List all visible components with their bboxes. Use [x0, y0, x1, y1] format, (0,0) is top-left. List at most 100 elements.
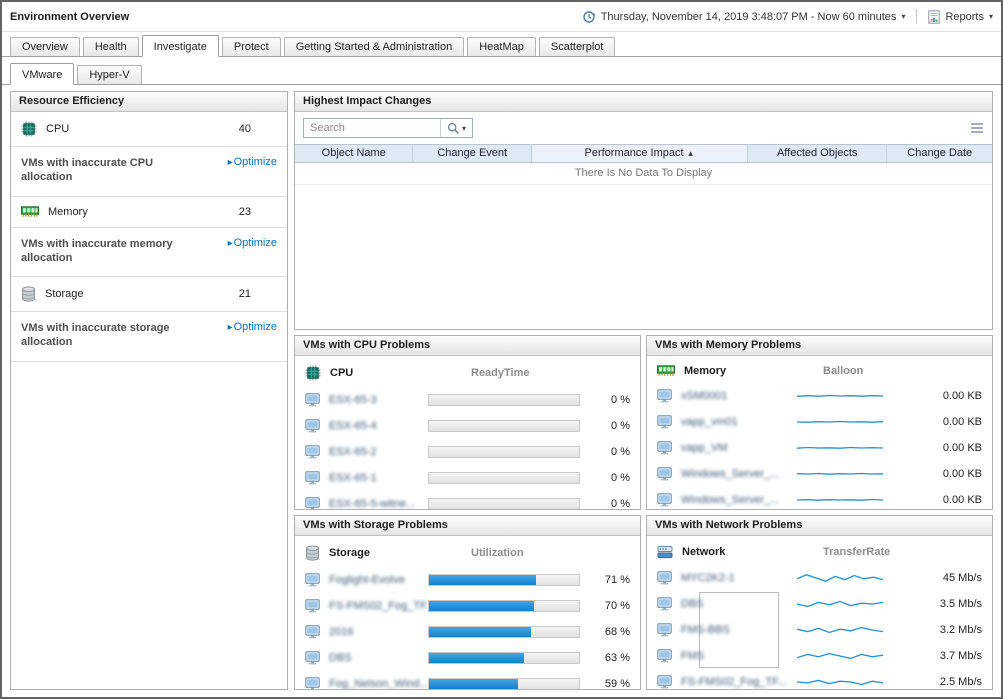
tab-heatmap[interactable]: HeatMap: [467, 37, 536, 56]
search-input[interactable]: [304, 119, 440, 137]
vm-name[interactable]: MYC2K2-1: [681, 572, 797, 584]
reports-menu[interactable]: Reports ▾: [928, 10, 993, 24]
vm-name[interactable]: Windows_Server_...: [681, 494, 797, 506]
vm-monitor-icon: [657, 649, 673, 663]
column-header-change-event[interactable]: Change Event: [413, 145, 531, 162]
vm-monitor-icon: [305, 625, 321, 639]
list-item[interactable]: MYC2K2-1 45 Mb/s: [647, 565, 992, 591]
metric-label: Memory: [684, 365, 726, 377]
vm-name[interactable]: ESX-65-5-witne...: [329, 498, 428, 509]
metric-value: 0.00 KB: [932, 494, 982, 506]
list-item[interactable]: FMS-BBS 3.2 Mb/s: [647, 617, 992, 643]
vm-name[interactable]: ESX-65-4: [329, 420, 428, 432]
tab-health[interactable]: Health: [83, 37, 139, 56]
allocation-row-storage: VMs with inaccurate storage allocation O…: [11, 312, 287, 362]
vm-monitor-icon: [305, 445, 321, 459]
vm-name[interactable]: FMS-BBS: [681, 624, 797, 636]
list-item[interactable]: vapp_vm01 0.00 KB: [647, 409, 992, 435]
list-item[interactable]: ESX-65-3 0 %: [295, 387, 640, 413]
bottom-panel-row: VMs with Storage Problems: [294, 515, 993, 690]
list-item[interactable]: Windows_Server_... 0.00 KB: [647, 487, 992, 509]
vm-monitor-icon: [305, 419, 321, 433]
memory-dimm-icon: [21, 206, 39, 218]
metric-label: Memory: [48, 206, 239, 218]
list-item[interactable]: ESX-65-4 0 %: [295, 413, 640, 439]
list-item[interactable]: ESX-65-1 0 %: [295, 465, 640, 491]
metric-value: 2.5 Mb/s: [932, 676, 982, 688]
vm-name[interactable]: vapp_VM: [681, 442, 797, 454]
tab-investigate[interactable]: Investigate: [142, 35, 219, 57]
optimize-link-cpu[interactable]: Optimize: [228, 156, 277, 168]
list-item[interactable]: xSM0001 0.00 KB: [647, 383, 992, 409]
metric-value: 3.5 Mb/s: [932, 598, 982, 610]
vm-monitor-icon: [657, 415, 673, 429]
usage-bar-fill: [429, 601, 534, 611]
tab-hyperv[interactable]: Hyper-V: [77, 65, 141, 84]
list-item[interactable]: ESX-65-5-witne... 0 %: [295, 491, 640, 509]
list-item[interactable]: FMS 3.7 Mb/s: [647, 643, 992, 669]
vm-name[interactable]: FMS: [681, 650, 797, 662]
column-header-object-name[interactable]: Object Name: [295, 145, 413, 162]
panel-title: VMs with Network Problems: [647, 516, 992, 536]
list-item[interactable]: Windows_Server_... 0.00 KB: [647, 461, 992, 487]
metric-value: 45 Mb/s: [932, 572, 982, 584]
vm-monitor-icon: [657, 675, 673, 689]
optimize-link-memory[interactable]: Optimize: [228, 237, 277, 249]
storage-problems-panel: VMs with Storage Problems: [294, 515, 641, 690]
column-header-affected-objects[interactable]: Affected Objects: [748, 145, 887, 162]
list-item[interactable]: Fog_Nelson_Wind... 59 %: [295, 671, 640, 689]
usage-bar-fill: [429, 679, 518, 689]
tab-getting-started[interactable]: Getting Started & Administration: [284, 37, 465, 56]
vm-name[interactable]: DBS: [329, 652, 428, 664]
metric-value: 0.00 KB: [932, 442, 982, 454]
metric-count: 21: [239, 288, 251, 300]
list-item[interactable]: ESX-65-2 0 %: [295, 439, 640, 465]
column-header-change-date[interactable]: Change Date: [887, 145, 992, 162]
metric-value: 3.7 Mb/s: [932, 650, 982, 662]
topbar: Environment Overview Thursday, November …: [2, 2, 1001, 32]
vm-name[interactable]: Windows_Server_...: [681, 468, 797, 480]
vm-name[interactable]: FS-FMS02_Fog_TF...: [681, 676, 797, 688]
list-item[interactable]: FS-FMS02_Fog_TF... 2.5 Mb/s: [647, 669, 992, 689]
panel-title: Resource Efficiency: [11, 92, 287, 112]
list-item[interactable]: 2016 68 %: [295, 619, 640, 645]
highest-impact-changes-panel: Highest Impact Changes ▾: [294, 91, 993, 330]
vm-name[interactable]: xSM0001: [681, 390, 797, 402]
list-item[interactable]: vapp_VM 0.00 KB: [647, 435, 992, 461]
allocation-description: VMs with inaccurate memory allocation: [21, 237, 173, 266]
vm-name[interactable]: ESX-65-1: [329, 472, 428, 484]
vm-name[interactable]: 2016: [329, 626, 428, 638]
list-item[interactable]: Foglight-Evolve 71 %: [295, 567, 640, 593]
vm-name[interactable]: ESX-65-2: [329, 446, 428, 458]
allocation-row-memory: VMs with inaccurate memory allocation Op…: [11, 228, 287, 278]
metric-header: Storage Utilization: [295, 536, 640, 567]
list-item[interactable]: DBS 3.5 Mb/s: [647, 591, 992, 617]
metric-header: Network TransferRate: [647, 536, 992, 565]
vm-monitor-icon: [305, 677, 321, 689]
tab-scatterplot[interactable]: Scatterplot: [539, 37, 616, 56]
tab-vmware[interactable]: VMware: [10, 63, 74, 85]
vm-name[interactable]: Foglight-Evolve: [329, 574, 428, 586]
tab-overview[interactable]: Overview: [10, 37, 80, 56]
search-button[interactable]: ▾: [440, 119, 472, 137]
optimize-link-storage[interactable]: Optimize: [228, 321, 277, 333]
list-item[interactable]: DBS 63 %: [295, 645, 640, 671]
time-range-control[interactable]: Thursday, November 14, 2019 3:48:07 PM -…: [582, 10, 906, 24]
list-item[interactable]: FS-FMS02_Fog_TF... 70 %: [295, 593, 640, 619]
column-header-performance-impact[interactable]: Performance Impact▲: [532, 145, 748, 162]
storage-disk-icon: [305, 545, 320, 561]
vm-monitor-icon: [657, 389, 673, 403]
vm-monitor-icon: [305, 599, 321, 613]
vm-name[interactable]: ESX-65-3: [329, 394, 428, 406]
vm-name[interactable]: Fog_Nelson_Wind...: [329, 678, 428, 689]
allocation-row-cpu: VMs with inaccurate CPU allocation Optim…: [11, 147, 287, 197]
report-icon: [928, 10, 940, 24]
tab-protect[interactable]: Protect: [222, 37, 281, 56]
vm-name[interactable]: FS-FMS02_Fog_TF...: [329, 600, 428, 612]
vm-name[interactable]: vapp_vm01: [681, 416, 797, 428]
usage-bar-fill: [429, 627, 531, 637]
metric-value: 59 %: [580, 678, 630, 689]
metric-label: Storage: [45, 288, 239, 300]
table-options-icon[interactable]: [970, 122, 984, 134]
vm-name[interactable]: DBS: [681, 598, 797, 610]
